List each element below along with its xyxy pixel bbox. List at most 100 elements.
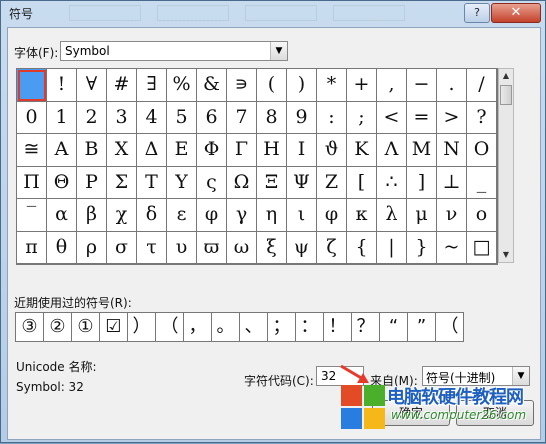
symbol-cell[interactable]: ε bbox=[167, 199, 197, 232]
symbol-cell[interactable]: < bbox=[377, 101, 407, 134]
symbol-cell[interactable]: . bbox=[437, 69, 467, 102]
symbol-cell[interactable]: ? bbox=[467, 101, 497, 134]
recent-symbol-cell[interactable]: 、 bbox=[239, 312, 268, 342]
symbol-cell[interactable]: π bbox=[17, 231, 47, 264]
font-dropdown[interactable]: Symbol ▼ bbox=[60, 41, 288, 61]
symbol-cell-selected[interactable] bbox=[17, 69, 47, 102]
symbol-cell[interactable]: 4 bbox=[137, 101, 167, 134]
recent-symbol-cell[interactable]: （ bbox=[155, 312, 184, 342]
symbol-cell[interactable]: Μ bbox=[407, 134, 437, 167]
symbol-cell[interactable]: Ε bbox=[167, 134, 197, 167]
symbol-cell[interactable]: 2 bbox=[77, 101, 107, 134]
symbol-cell[interactable]: ~ bbox=[437, 231, 467, 264]
symbol-cell[interactable]: ∍ bbox=[227, 69, 257, 102]
symbol-cell[interactable]: Ξ bbox=[257, 166, 287, 199]
from-dropdown[interactable]: 符号(十进制) ▼ bbox=[422, 366, 530, 386]
symbol-cell[interactable]: μ bbox=[407, 199, 437, 232]
symbol-cell[interactable]: ξ bbox=[257, 231, 287, 264]
symbol-cell[interactable]: ∴ bbox=[377, 166, 407, 199]
recent-symbol-cell[interactable]: ） bbox=[127, 312, 156, 342]
symbol-cell[interactable]: ; bbox=[347, 101, 377, 134]
symbol-cell[interactable]: χ bbox=[107, 199, 137, 232]
symbol-cell[interactable]: Λ bbox=[377, 134, 407, 167]
symbol-cell[interactable]: η bbox=[257, 199, 287, 232]
symbol-cell[interactable]: * bbox=[317, 69, 347, 102]
cancel-button[interactable]: 取消 bbox=[456, 400, 534, 426]
symbol-cell[interactable]: ] bbox=[407, 166, 437, 199]
symbol-cell[interactable]: ≅ bbox=[17, 134, 47, 167]
symbol-cell[interactable]: ζ bbox=[317, 231, 347, 264]
symbol-cell[interactable]: φ bbox=[317, 199, 347, 232]
symbol-cell[interactable]: κ bbox=[347, 199, 377, 232]
symbol-cell[interactable]: Θ bbox=[47, 166, 77, 199]
recent-symbol-cell[interactable]: ” bbox=[407, 312, 436, 342]
recent-symbol-cell[interactable]: ； bbox=[267, 312, 296, 342]
symbol-cell[interactable]: ∃ bbox=[137, 69, 167, 102]
symbol-cell[interactable]: & bbox=[197, 69, 227, 102]
recent-symbol-cell[interactable]: ① bbox=[71, 312, 100, 342]
symbol-cell[interactable]: 7 bbox=[227, 101, 257, 134]
symbol-cell[interactable]: Ω bbox=[227, 166, 257, 199]
symbol-cell[interactable]: Χ bbox=[107, 134, 137, 167]
symbol-cell[interactable]: ψ bbox=[287, 231, 317, 264]
symbol-cell[interactable]: θ bbox=[47, 231, 77, 264]
symbol-cell[interactable]: δ bbox=[137, 199, 167, 232]
recent-symbol-cell[interactable]: ② bbox=[43, 312, 72, 342]
symbol-cell[interactable]: + bbox=[347, 69, 377, 102]
symbol-cell[interactable]: − bbox=[407, 69, 437, 102]
symbol-cell[interactable]: 3 bbox=[107, 101, 137, 134]
symbol-cell[interactable]: Ι bbox=[287, 134, 317, 167]
symbol-cell[interactable]: Υ bbox=[167, 166, 197, 199]
symbol-cell[interactable]: ϑ bbox=[317, 134, 347, 167]
recent-symbol-cell[interactable]: （ bbox=[435, 312, 464, 342]
symbol-cell[interactable]: Γ bbox=[227, 134, 257, 167]
symbol-cell[interactable]: ! bbox=[47, 69, 77, 102]
symbol-cell[interactable]: Κ bbox=[347, 134, 377, 167]
symbol-cell[interactable]: σ bbox=[107, 231, 137, 264]
recent-symbol-cell[interactable]: “ bbox=[379, 312, 408, 342]
symbol-cell[interactable]: υ bbox=[167, 231, 197, 264]
scroll-up-icon[interactable]: ▲ bbox=[499, 69, 513, 83]
symbol-cell[interactable]: Τ bbox=[137, 166, 167, 199]
symbol-cell[interactable]: / bbox=[467, 69, 497, 102]
symbol-cell[interactable]: : bbox=[317, 101, 347, 134]
recent-symbol-cell[interactable]: ☑ bbox=[99, 312, 128, 342]
chevron-down-icon[interactable]: ▼ bbox=[512, 367, 529, 385]
symbol-cell[interactable]: λ bbox=[377, 199, 407, 232]
symbol-cell[interactable]: ο bbox=[467, 199, 497, 232]
symbol-cell[interactable]: Π bbox=[17, 166, 47, 199]
symbol-cell[interactable]: 6 bbox=[197, 101, 227, 134]
symbol-cell[interactable]: Η bbox=[257, 134, 287, 167]
symbol-cell[interactable]: Ο bbox=[467, 134, 497, 167]
recent-symbol-cell[interactable]: ？ bbox=[351, 312, 380, 342]
symbol-cell[interactable]: { bbox=[347, 231, 377, 264]
symbol-cell[interactable]: ς bbox=[197, 166, 227, 199]
char-code-input[interactable]: 32 bbox=[316, 366, 364, 386]
recent-symbol-cell[interactable]: 。 bbox=[211, 312, 240, 342]
symbol-cell[interactable]: 5 bbox=[167, 101, 197, 134]
symbol-cell[interactable]: Α bbox=[47, 134, 77, 167]
symbol-cell[interactable]: } bbox=[407, 231, 437, 264]
symbol-cell[interactable]: □ bbox=[467, 231, 497, 264]
symbol-cell[interactable]: > bbox=[437, 101, 467, 134]
symbol-cell[interactable]: Ψ bbox=[287, 166, 317, 199]
symbol-cell[interactable]: 8 bbox=[257, 101, 287, 134]
symbol-cell[interactable]: 0 bbox=[17, 101, 47, 134]
symbol-cell[interactable]: ρ bbox=[77, 231, 107, 264]
scroll-down-icon[interactable]: ▼ bbox=[499, 248, 513, 262]
symbol-cell[interactable]: ⊥ bbox=[437, 166, 467, 199]
recent-symbol-cell[interactable]: ！ bbox=[323, 312, 352, 342]
symbol-cell[interactable]: Ζ bbox=[317, 166, 347, 199]
symbol-cell[interactable]: β bbox=[77, 199, 107, 232]
symbol-cell[interactable]: ω bbox=[227, 231, 257, 264]
symbol-cell[interactable]: [ bbox=[347, 166, 377, 199]
symbol-cell[interactable]: Σ bbox=[107, 166, 137, 199]
ok-button[interactable]: 确定 bbox=[372, 400, 450, 426]
chevron-down-icon[interactable]: ▼ bbox=[270, 42, 287, 60]
symbol-cell[interactable]: γ bbox=[227, 199, 257, 232]
symbol-cell[interactable]: ν bbox=[437, 199, 467, 232]
recent-symbol-cell[interactable]: ， bbox=[183, 312, 212, 342]
symbol-cell[interactable]: # bbox=[107, 69, 137, 102]
symbol-cell[interactable]: τ bbox=[137, 231, 167, 264]
symbol-cell[interactable]: % bbox=[167, 69, 197, 102]
